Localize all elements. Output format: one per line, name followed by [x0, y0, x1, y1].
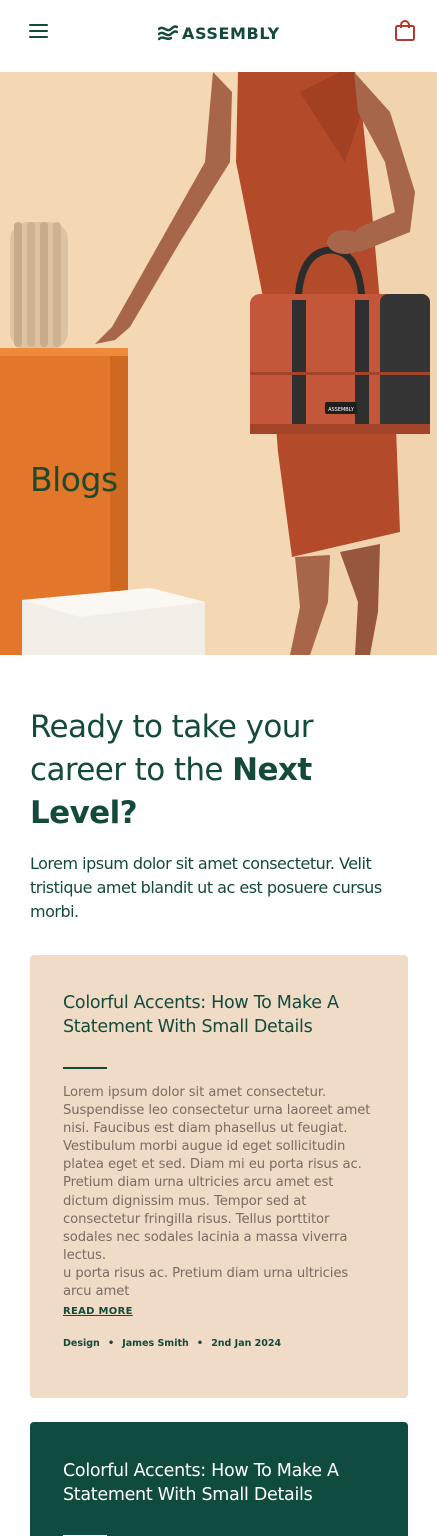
blog-card-meta: Design • James Smith • 2nd Jan 2024: [63, 1338, 281, 1349]
intro-heading: Ready to take your career to the Next Le…: [30, 706, 410, 835]
shopping-bag-icon[interactable]: [394, 20, 418, 44]
page-title: Blogs: [30, 460, 118, 499]
blog-card[interactable]: Colorful Accents: How To Make A Statemen…: [30, 1422, 408, 1536]
meta-separator: •: [107, 1338, 115, 1349]
vase-decor: [10, 222, 68, 350]
excerpt-extra: u porta risus ac. Pretium diam urna ultr…: [63, 1265, 349, 1300]
brand-name: ASSEMBLY: [182, 23, 280, 43]
hamburger-menu-icon[interactable]: [29, 22, 51, 40]
read-more-link[interactable]: READ MORE: [63, 1306, 133, 1317]
title-underline: [63, 1067, 107, 1069]
hero-image: ASSEMBLY: [0, 72, 437, 655]
bag-label: ASSEMBLY: [328, 407, 355, 413]
hero-banner: ASSEMBLY Blogs: [0, 72, 437, 655]
brand-logo[interactable]: ASSEMBLY: [158, 22, 280, 44]
excerpt-text: Lorem ipsum dolor sit amet consectetur. …: [63, 1085, 371, 1263]
blog-card-title[interactable]: Colorful Accents: How To Make A Statemen…: [63, 991, 363, 1039]
site-header: ASSEMBLY: [0, 0, 437, 72]
blog-card-excerpt: Lorem ipsum dolor sit amet consectetur. …: [63, 1084, 378, 1301]
post-date: 2nd Jan 2024: [211, 1338, 282, 1349]
post-category[interactable]: Design: [63, 1338, 100, 1349]
meta-separator: •: [196, 1338, 204, 1349]
intro-text: Lorem ipsum dolor sit amet consectetur. …: [30, 854, 382, 921]
blog-card[interactable]: Colorful Accents: How To Make A Statemen…: [30, 955, 408, 1398]
post-author[interactable]: James Smith: [122, 1338, 189, 1349]
blog-card-title[interactable]: Colorful Accents: How To Make A Statemen…: [63, 1459, 363, 1507]
wave-logo-icon: [158, 25, 178, 41]
